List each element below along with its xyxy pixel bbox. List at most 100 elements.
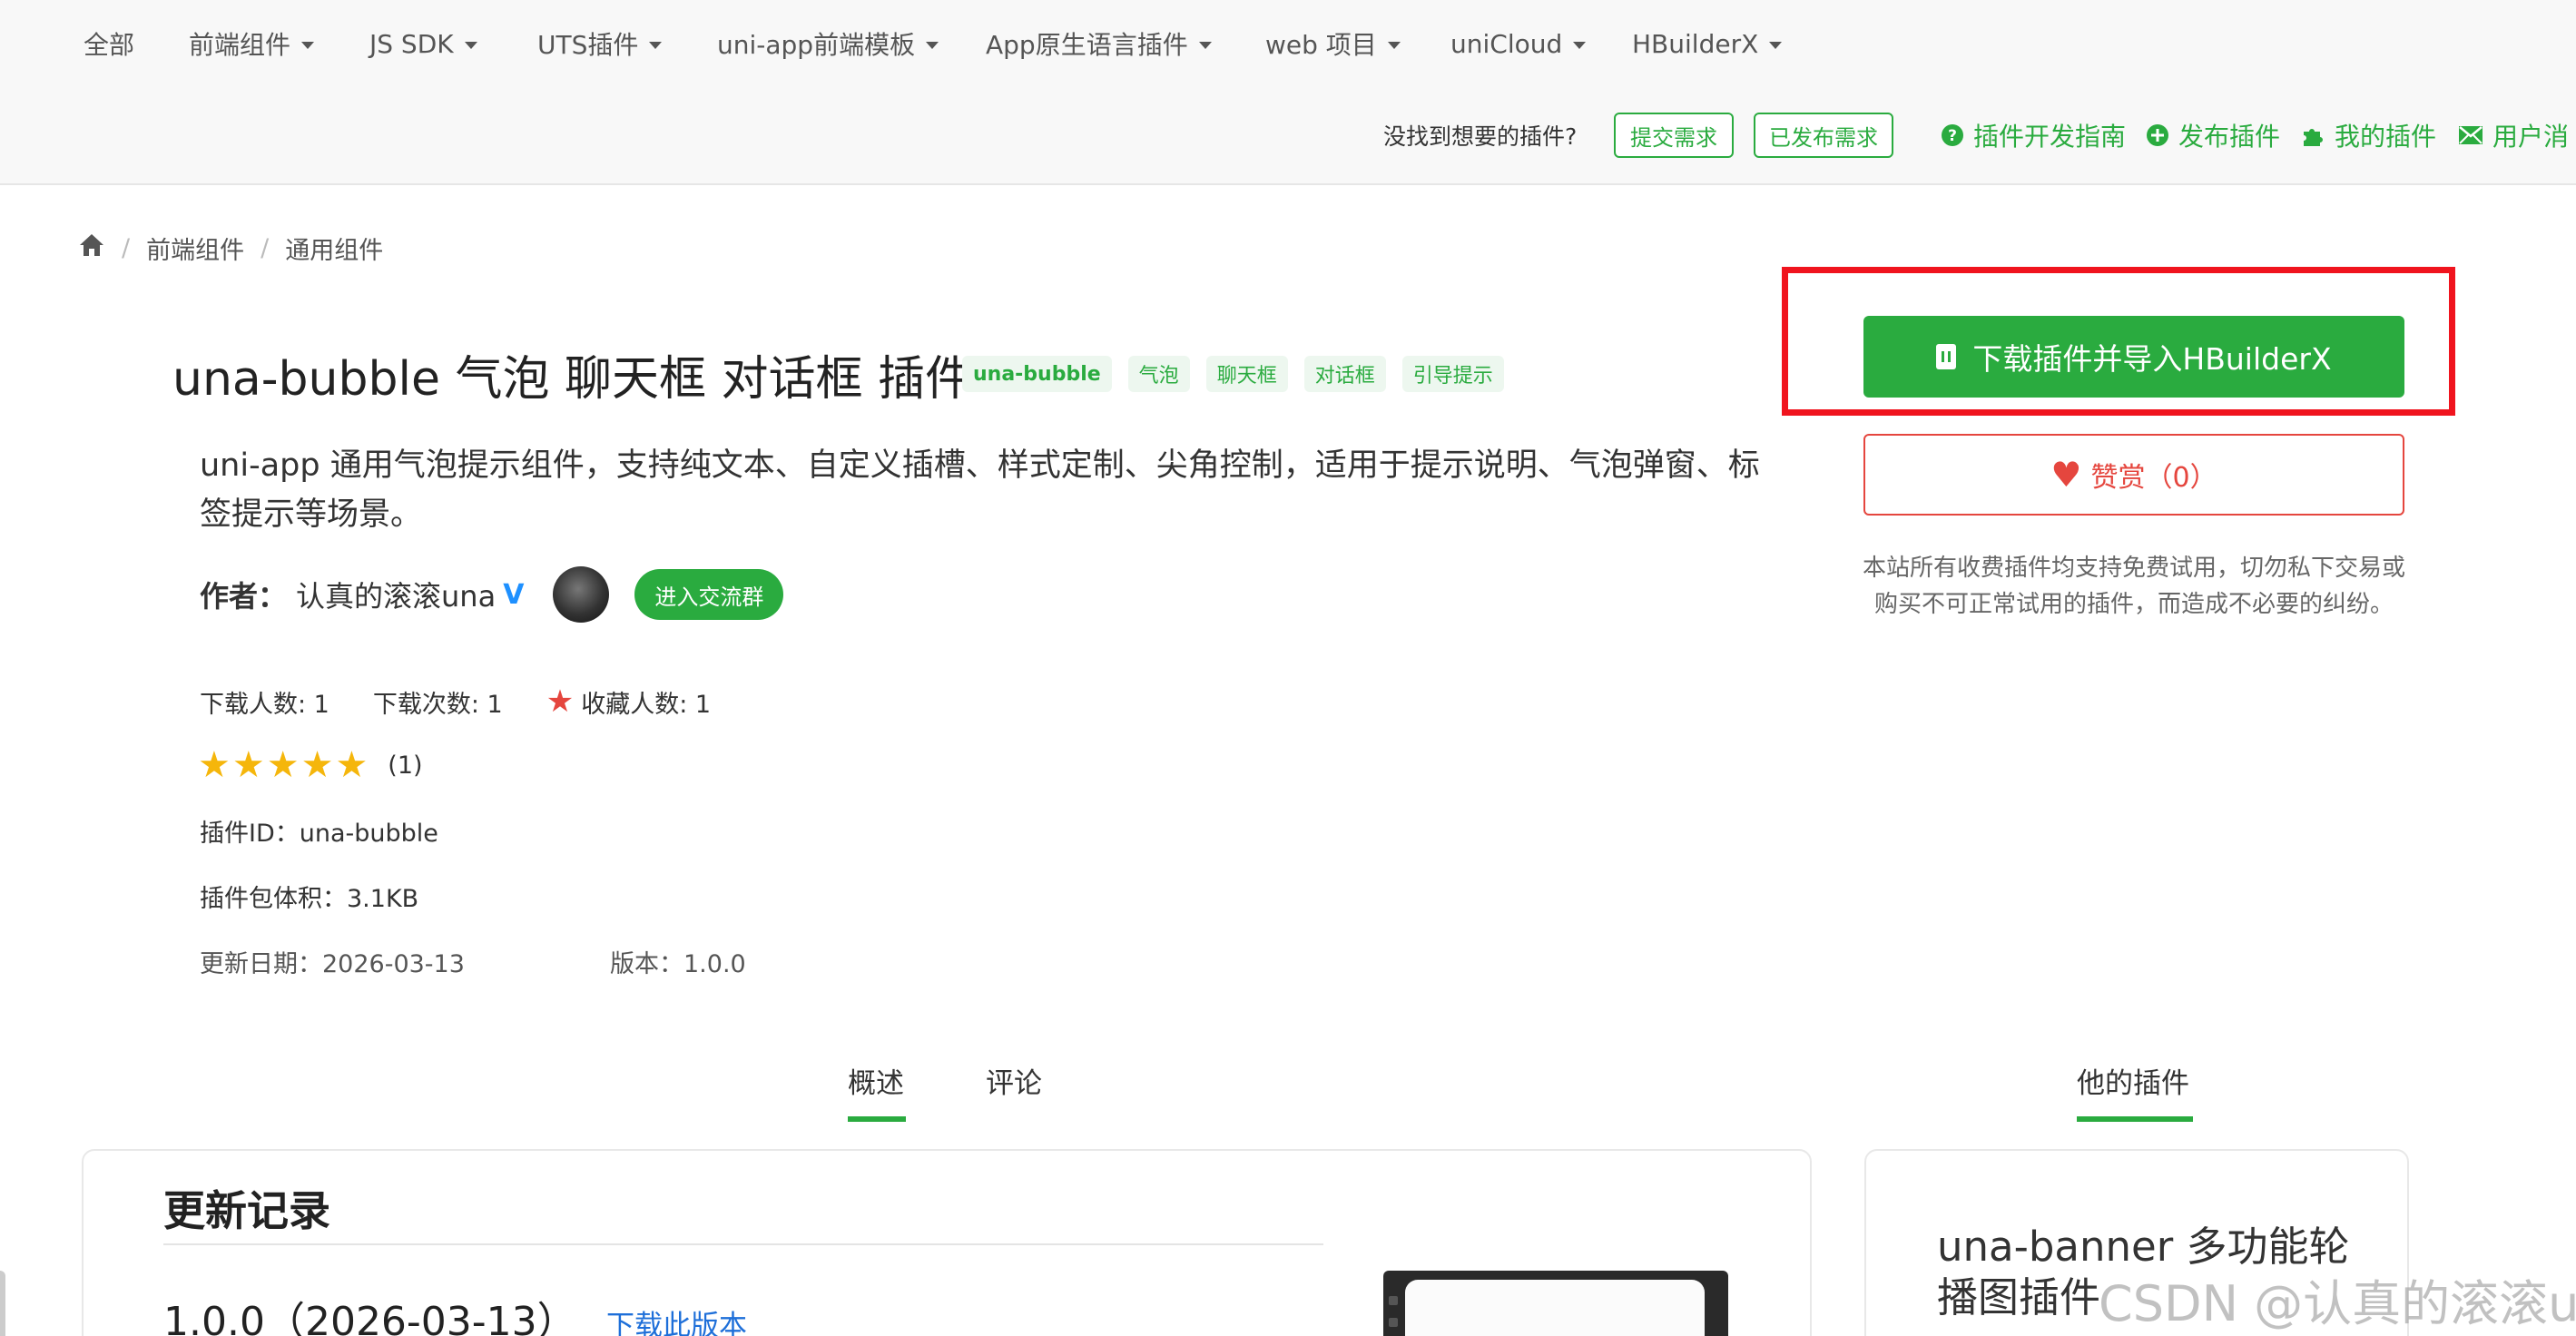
nav-item-unicloud[interactable]: uniCloud [1450,24,1587,64]
download-users: 下载人数: 1 [200,690,329,719]
watermark: CSDN @认真的滚滚una [2099,1275,2576,1332]
chevron-down-icon [1573,41,1587,49]
nav-item-label: uni-app前端模板 [717,30,916,60]
divider [163,1243,1323,1245]
breadcrumb-item-general[interactable]: 通用组件 [285,231,383,266]
tab-his-plugins[interactable]: 他的插件 [2077,1060,2189,1101]
tag[interactable]: 对话框 [1303,356,1386,392]
nav-item-frontend-components[interactable]: 前端组件 [189,24,315,64]
download-version-link[interactable]: 下载此版本 [606,1302,747,1336]
author-row: 作者： 认真的滚滚una V 进入交流群 [200,563,784,626]
author-label: 作者： [200,579,288,614]
user-messages-link[interactable]: 用户消 [2458,113,2569,158]
window-edge [0,1271,5,1336]
submit-request-button[interactable]: 提交需求 [1614,113,1734,158]
plus-circle-icon [2146,123,2169,147]
nav-item-hbuilderx[interactable]: HBuilderX [1632,24,1783,64]
download-button-label: 下载插件并导入HBuilderX [1972,341,2332,377]
stats-row: 下载人数: 1 下载次数: 1 ★ 收藏人数: 1 [200,683,711,721]
plugin-id: 插件ID：una-bubble [200,820,438,848]
link-label: 用户消 [2492,122,2570,152]
nav-item-label: 前端组件 [189,30,291,60]
reward-button-label: 赞赏（0） [2090,462,2217,494]
download-times: 下载次数: 1 [372,690,503,719]
breadcrumb-item-frontend[interactable]: 前端组件 [146,231,244,266]
phone-screen [1405,1280,1705,1336]
version-heading: 1.0.0（2026-03-13） [163,1299,577,1336]
svg-text:?: ? [1948,127,1957,145]
nav-item-uts-plugins[interactable]: UTS插件 [537,24,663,64]
tag[interactable]: 引导提示 [1401,356,1504,392]
tag-list: una-bubble 气泡 聊天框 对话框 引导提示 [962,356,1520,392]
heart-icon: ♥ [2050,455,2082,495]
tag[interactable]: una-bubble [962,356,1112,392]
tag[interactable]: 聊天框 [1205,356,1288,392]
nav-item-label: web 项目 [1265,30,1377,60]
changelog-title: 更新记录 [163,1186,330,1235]
publish-plugin-link[interactable]: 发布插件 [2146,113,2280,158]
author-name[interactable]: 认真的滚滚una [296,574,496,615]
star-icon: ★ [335,744,369,786]
preview-screenshot [1383,1271,1728,1336]
top-navigation: 全部 前端组件 JS SDK UTS插件 uni-app前端模板 App原生语言… [0,0,2576,185]
breadcrumb-separator: / [122,233,131,262]
chevron-down-icon [1769,41,1783,49]
link-label: 发布插件 [2178,122,2281,152]
package-size: 插件包体积：3.1KB [200,885,419,913]
home-icon[interactable] [78,232,105,264]
star-icon: ★ [266,744,300,786]
side-icon [1389,1296,1398,1305]
chevron-down-icon [1198,41,1212,49]
breadcrumb: / 前端组件 / 通用组件 [78,227,383,269]
side-icon [1389,1318,1398,1327]
update-date: 更新日期：2026-03-13 [200,950,465,978]
rating-count: (1) [388,751,423,780]
favorites-count[interactable]: ★ 收藏人数: 1 [546,683,711,720]
star-icon: ★ [231,744,265,786]
mail-icon [2458,125,2483,145]
nav-item-web-projects[interactable]: web 项目 [1265,24,1401,64]
page-title: una-bubble 气泡 聊天框 对话框 插件 [172,352,973,407]
plugin-description: uni-app 通用气泡提示组件，支持纯文本、自定义插槽、样式定制、尖角控制，适… [200,447,1760,533]
star-icon: ★ [546,683,575,720]
published-request-button[interactable]: 已发布需求 [1754,113,1893,158]
avatar[interactable] [553,566,610,623]
download-import-button[interactable]: 下载插件并导入HBuilderX [1863,316,2404,398]
tab-active-indicator [848,1116,906,1122]
nav-item-all[interactable]: 全部 [84,24,134,64]
reward-button[interactable]: ♥ 赞赏（0） [1863,434,2404,516]
my-plugins-link[interactable]: 我的插件 [2300,113,2436,158]
puzzle-icon [2300,123,2325,148]
nav-item-uniapp-templates[interactable]: uni-app前端模板 [717,24,939,64]
star-icon: ★ [198,744,231,786]
link-label: 我的插件 [2335,122,2437,152]
tag[interactable]: 气泡 [1127,356,1190,392]
star-icon: ★ [300,744,334,786]
verified-badge: V [503,578,525,611]
nav-item-label: App原生语言插件 [986,30,1188,60]
plugin-dev-guide-link[interactable]: ? 插件开发指南 [1941,113,2126,158]
chevron-down-icon [926,41,939,49]
nav-item-label: uniCloud [1450,28,1563,59]
tab-active-indicator [2077,1116,2193,1122]
join-group-button[interactable]: 进入交流群 [634,569,784,620]
nav-item-app-native-plugins[interactable]: App原生语言插件 [986,24,1212,64]
chevron-down-icon [301,41,315,49]
chevron-down-icon [1387,41,1401,49]
question-circle-icon: ? [1941,123,1964,147]
hbuilderx-icon [1936,344,1957,369]
nav-item-label: HBuilderX [1632,28,1759,59]
link-label: 插件开发指南 [1973,122,2127,152]
chevron-down-icon [464,41,477,49]
page: 全部 前端组件 JS SDK UTS插件 uni-app前端模板 App原生语言… [0,0,2576,1336]
chevron-down-icon [649,41,663,49]
rating: ★ ★ ★ ★ ★ (1) [198,744,423,786]
nav-item-js-sdk[interactable]: JS SDK [369,24,477,64]
breadcrumb-separator: / [261,233,270,262]
nav-item-label: 全部 [84,30,135,60]
version-label: 版本：1.0.0 [610,950,746,978]
tab-overview[interactable]: 概述 [848,1060,904,1101]
nav-item-label: UTS插件 [537,30,639,60]
tab-comments[interactable]: 评论 [986,1060,1042,1101]
favorites-label: 收藏人数: 1 [581,690,712,719]
